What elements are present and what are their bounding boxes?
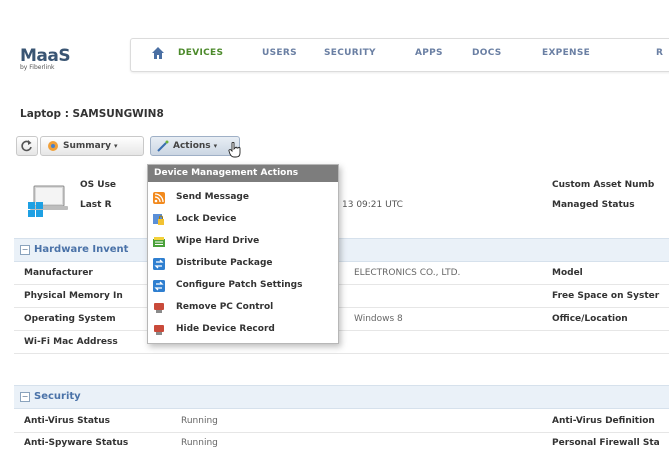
package-icon — [153, 258, 165, 270]
os-user-label: OS Use — [80, 180, 117, 190]
menu-item-send-message[interactable]: Send Message — [148, 187, 338, 209]
menu-item-label: Configure Patch Settings — [176, 280, 303, 290]
nav-users[interactable]: USERS — [262, 48, 297, 58]
refresh-button[interactable] — [16, 136, 38, 156]
row-label: Anti-Spyware Status — [24, 438, 129, 448]
menu-item-distribute-package[interactable]: Distribute Package — [148, 253, 338, 275]
wipe-icon — [153, 237, 165, 247]
menu-header: Device Management Actions — [148, 165, 338, 182]
custom-asset-label: Custom Asset Numb — [552, 180, 655, 190]
menu-item-configure-patch-settings[interactable]: Configure Patch Settings — [148, 275, 338, 297]
wand-icon — [157, 140, 169, 152]
hardware-section-title: Hardware Invent — [34, 244, 129, 255]
summary-label: Summary — [63, 141, 112, 151]
row-right-label: Anti-Virus Definition — [552, 416, 655, 426]
row-value: Running — [181, 416, 218, 426]
laptop-icon — [28, 185, 68, 217]
nav-devices[interactable]: DEVICES — [178, 48, 223, 58]
patch-icon — [153, 280, 165, 292]
nav-security[interactable]: SECURITY — [324, 48, 376, 58]
row-label: Operating System — [24, 314, 116, 324]
app-logo[interactable]: MaaS by Fiberlink — [20, 46, 71, 71]
row-right-label: Personal Firewall Sta — [552, 438, 660, 448]
last-report-label: Last R — [80, 200, 112, 210]
nav-more[interactable]: R — [656, 48, 663, 58]
menu-item-wipe-hard-drive[interactable]: Wipe Hard Drive — [148, 231, 338, 253]
menu-item-lock-device[interactable]: Lock Device — [148, 209, 338, 231]
table-row: Manufacturer ELECTRONICS CO., LTD. Model — [14, 262, 669, 285]
menu-item-hide-device-record[interactable]: Hide Device Record — [148, 319, 338, 341]
row-right-label: Free Space on Syster — [552, 291, 660, 301]
nav-docs[interactable]: DOCS — [472, 48, 502, 58]
row-right-label: Office/Location — [552, 314, 628, 324]
table-row: Physical Memory In Free Space on Syster — [14, 285, 669, 308]
last-report-value: 13 09:21 UTC — [342, 200, 403, 210]
home-icon[interactable] — [151, 46, 165, 60]
menu-item-remove-pc-control[interactable]: Remove PC Control — [148, 297, 338, 319]
logo-text: MaaS — [20, 46, 71, 66]
row-value: Running — [181, 438, 218, 448]
table-row: Anti-Virus Status Running Anti-Virus Def… — [14, 410, 669, 433]
row-label: Anti-Virus Status — [24, 416, 110, 426]
actions-label: Actions — [173, 141, 211, 151]
row-right-label: Model — [552, 268, 583, 278]
menu-item-label: Lock Device — [176, 214, 237, 224]
row-label: Wi-Fi Mac Address — [24, 337, 118, 347]
remove-icon — [154, 303, 164, 313]
collapse-icon[interactable]: − — [20, 245, 30, 255]
row-value: Windows 8 — [354, 314, 403, 324]
menu-item-label: Distribute Package — [176, 258, 273, 268]
chevron-down-icon: ▾ — [213, 142, 218, 150]
menu-item-label: Hide Device Record — [176, 324, 275, 334]
row-value: ELECTRONICS CO., LTD. — [354, 268, 461, 278]
summary-button[interactable]: Summary ▾ — [40, 136, 144, 156]
collapse-icon[interactable]: − — [20, 392, 30, 402]
menu-item-label: Remove PC Control — [176, 302, 274, 312]
refresh-icon — [21, 140, 32, 152]
nav-apps[interactable]: APPS — [415, 48, 443, 58]
table-row: Operating System Windows 8 Office/Locati… — [14, 308, 669, 331]
managed-status-label: Managed Status — [552, 200, 635, 210]
security-section-header[interactable]: − Security — [14, 385, 669, 409]
hardware-section-header[interactable]: − Hardware Invent — [14, 238, 669, 262]
table-row: Wi-Fi Mac Address C8:F7:33:03:98:84 — [14, 331, 669, 354]
chevron-down-icon: ▾ — [114, 142, 118, 150]
row-label: Physical Memory In — [24, 291, 123, 301]
table-row: Anti-Spyware Status Running Personal Fir… — [14, 432, 669, 454]
security-section-title: Security — [34, 391, 81, 402]
actions-menu: Device Management Actions Send Message L… — [147, 164, 339, 344]
rss-icon — [153, 192, 165, 204]
main-nav: DEVICES USERS SECURITY APPS DOCS EXPENSE… — [130, 38, 669, 72]
menu-item-label: Wipe Hard Drive — [176, 236, 260, 246]
summary-icon — [48, 141, 58, 151]
menu-item-label: Send Message — [176, 192, 249, 202]
row-label: Manufacturer — [24, 268, 93, 278]
nav-expense[interactable]: EXPENSE — [542, 48, 590, 58]
hide-icon — [154, 325, 164, 335]
page-title: Laptop : SAMSUNGWIN8 — [20, 108, 164, 120]
hand-cursor-icon — [228, 142, 241, 158]
actions-button[interactable]: Actions ▾ — [150, 136, 240, 156]
lock-icon — [153, 214, 164, 225]
